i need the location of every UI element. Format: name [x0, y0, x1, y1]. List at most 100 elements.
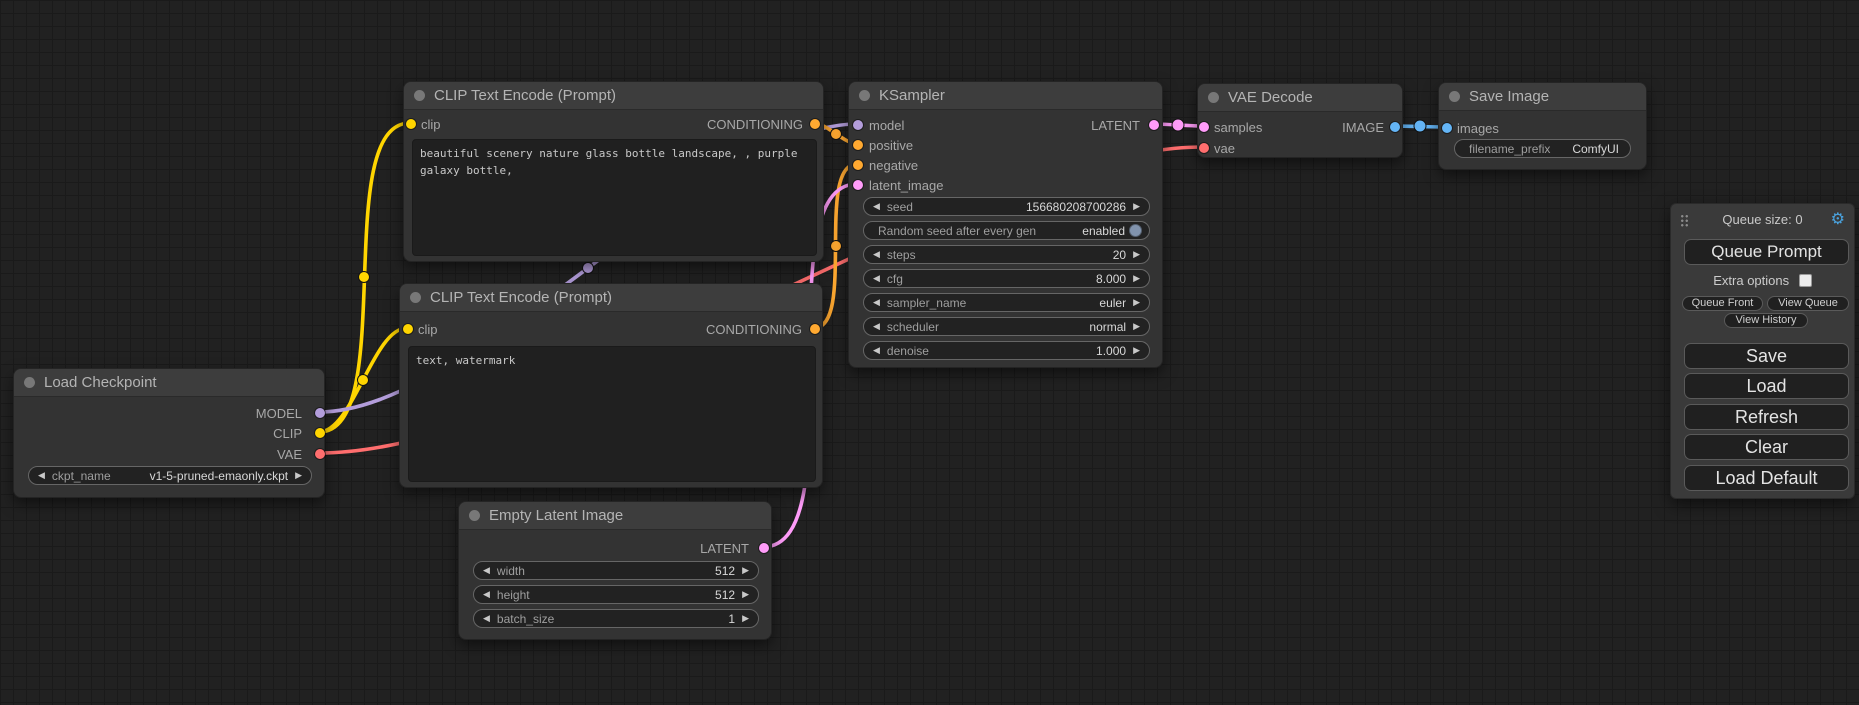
- port-vae-input[interactable]: [1199, 143, 1209, 153]
- link-dot-conditioning-negative: [831, 241, 842, 252]
- seed-widget[interactable]: ◀ seed 156680208700286 ▶: [863, 197, 1150, 216]
- increment-arrow-icon[interactable]: ▶: [742, 614, 749, 623]
- decrement-arrow-icon[interactable]: ◀: [483, 614, 490, 623]
- link-dot-clip-positive: [359, 272, 370, 283]
- widget-value: 512: [715, 588, 735, 602]
- increment-arrow-icon[interactable]: ▶: [1133, 274, 1140, 283]
- clear-button[interactable]: Clear: [1684, 434, 1849, 460]
- node-title-bar[interactable]: Save Image: [1439, 83, 1646, 111]
- increment-arrow-icon[interactable]: ▶: [742, 566, 749, 575]
- node-save-image[interactable]: Save Image images filename_prefix ComfyU…: [1438, 82, 1647, 170]
- view-queue-button[interactable]: View Queue: [1767, 296, 1849, 311]
- node-collapse-dot-icon[interactable]: [414, 90, 425, 101]
- node-title-bar[interactable]: KSampler: [849, 82, 1162, 110]
- node-vae-decode[interactable]: VAE Decode samples vae IMAGE: [1197, 83, 1403, 158]
- decrement-arrow-icon[interactable]: ◀: [873, 298, 880, 307]
- link-dot-model: [583, 263, 594, 274]
- prompt-textarea[interactable]: beautiful scenery nature glass bottle la…: [412, 139, 817, 256]
- widget-value: euler: [1099, 296, 1126, 310]
- increment-arrow-icon[interactable]: ▶: [1133, 322, 1140, 331]
- widget-name: cfg: [887, 272, 903, 286]
- widget-value: 156680208700286: [1026, 200, 1126, 214]
- port-conditioning-output[interactable]: [810, 324, 820, 334]
- graph-canvas[interactable]: Load Checkpoint MODEL CLIP VAE ◀ ckpt_na…: [0, 0, 1859, 705]
- increment-arrow-icon[interactable]: ▶: [1133, 202, 1140, 211]
- denoise-widget[interactable]: ◀ denoise 1.000 ▶: [863, 341, 1150, 360]
- port-latent-output[interactable]: [759, 543, 769, 553]
- port-image-output[interactable]: [1390, 122, 1400, 132]
- node-collapse-dot-icon[interactable]: [1449, 91, 1460, 102]
- cfg-widget[interactable]: ◀ cfg 8.000 ▶: [863, 269, 1150, 288]
- node-ksampler[interactable]: KSampler model positive negative latent_…: [848, 81, 1163, 368]
- port-latent-output[interactable]: [1149, 120, 1159, 130]
- port-clip-output[interactable]: [315, 428, 325, 438]
- node-empty-latent-image[interactable]: Empty Latent Image LATENT ◀ width 512 ▶ …: [458, 501, 772, 640]
- decrement-arrow-icon[interactable]: ◀: [483, 590, 490, 599]
- decrement-arrow-icon[interactable]: ◀: [873, 322, 880, 331]
- view-history-button[interactable]: View History: [1724, 313, 1808, 328]
- port-model-output[interactable]: [315, 408, 325, 418]
- queue-prompt-button[interactable]: Queue Prompt: [1684, 239, 1849, 265]
- increment-arrow-icon[interactable]: ▶: [1133, 346, 1140, 355]
- node-title-bar[interactable]: Empty Latent Image: [459, 502, 771, 530]
- port-model-input[interactable]: [853, 120, 863, 130]
- gear-icon[interactable]: ⚙: [1831, 212, 1845, 228]
- width-widget[interactable]: ◀ width 512 ▶: [473, 561, 759, 580]
- decrement-arrow-icon[interactable]: ◀: [873, 346, 880, 355]
- scheduler-widget[interactable]: ◀ scheduler normal ▶: [863, 317, 1150, 336]
- link-dot-image: [1414, 120, 1426, 132]
- queue-front-button[interactable]: Queue Front: [1682, 296, 1763, 311]
- port-samples-input[interactable]: [1199, 122, 1209, 132]
- save-button[interactable]: Save: [1684, 343, 1849, 369]
- ckpt-name-widget[interactable]: ◀ ckpt_name v1-5-pruned-emaonly.ckpt ▶: [28, 466, 312, 485]
- random-seed-toggle-widget[interactable]: Random seed after every gen enabled: [863, 221, 1150, 240]
- prompt-textarea[interactable]: text, watermark: [408, 346, 816, 482]
- decrement-arrow-icon[interactable]: ◀: [873, 250, 880, 259]
- decrement-arrow-icon[interactable]: ◀: [873, 274, 880, 283]
- port-clip-input[interactable]: [403, 324, 413, 334]
- node-title-bar[interactable]: CLIP Text Encode (Prompt): [404, 82, 823, 110]
- port-latent-image-input[interactable]: [853, 180, 863, 190]
- batch-size-widget[interactable]: ◀ batch_size 1 ▶: [473, 609, 759, 628]
- port-positive-input[interactable]: [853, 140, 863, 150]
- input-label-images: images: [1457, 121, 1499, 136]
- extra-options-row: Extra options: [1671, 273, 1854, 288]
- node-load-checkpoint[interactable]: Load Checkpoint MODEL CLIP VAE ◀ ckpt_na…: [13, 368, 325, 498]
- port-images-input[interactable]: [1442, 123, 1452, 133]
- node-collapse-dot-icon[interactable]: [1208, 92, 1219, 103]
- height-widget[interactable]: ◀ height 512 ▶: [473, 585, 759, 604]
- port-conditioning-output[interactable]: [810, 119, 820, 129]
- link-clip-to-positive: [319, 123, 410, 432]
- decrement-arrow-icon[interactable]: ◀: [873, 202, 880, 211]
- increment-arrow-icon[interactable]: ▶: [1133, 250, 1140, 259]
- node-title-bar[interactable]: CLIP Text Encode (Prompt): [400, 284, 822, 312]
- queue-panel[interactable]: Queue size: 0 ⚙ Queue Prompt Extra optio…: [1670, 203, 1855, 499]
- increment-arrow-icon[interactable]: ▶: [742, 590, 749, 599]
- load-default-button[interactable]: Load Default: [1684, 465, 1849, 491]
- steps-widget[interactable]: ◀ steps 20 ▶: [863, 245, 1150, 264]
- load-button[interactable]: Load: [1684, 373, 1849, 399]
- port-negative-input[interactable]: [853, 160, 863, 170]
- output-label-vae: VAE: [277, 447, 302, 462]
- link-dot-conditioning-positive: [831, 129, 842, 140]
- node-collapse-dot-icon[interactable]: [24, 377, 35, 388]
- node-clip-text-encode-positive[interactable]: CLIP Text Encode (Prompt) clip CONDITION…: [403, 81, 824, 262]
- node-collapse-dot-icon[interactable]: [859, 90, 870, 101]
- node-title-bar[interactable]: Load Checkpoint: [14, 369, 324, 397]
- toggle-knob-icon[interactable]: [1129, 224, 1142, 237]
- decrement-arrow-icon[interactable]: ◀: [483, 566, 490, 575]
- increment-arrow-icon[interactable]: ▶: [295, 471, 302, 480]
- refresh-button[interactable]: Refresh: [1684, 404, 1849, 430]
- sampler-name-widget[interactable]: ◀ sampler_name euler ▶: [863, 293, 1150, 312]
- node-title-bar[interactable]: VAE Decode: [1198, 84, 1402, 112]
- port-clip-input[interactable]: [406, 119, 416, 129]
- decrement-arrow-icon[interactable]: ◀: [38, 471, 45, 480]
- node-collapse-dot-icon[interactable]: [410, 292, 421, 303]
- extra-options-checkbox[interactable]: [1799, 274, 1812, 287]
- extra-options-label: Extra options: [1713, 273, 1789, 288]
- node-collapse-dot-icon[interactable]: [469, 510, 480, 521]
- port-vae-output[interactable]: [315, 449, 325, 459]
- filename-prefix-widget[interactable]: filename_prefix ComfyUI: [1454, 139, 1631, 158]
- node-clip-text-encode-negative[interactable]: CLIP Text Encode (Prompt) clip CONDITION…: [399, 283, 823, 488]
- increment-arrow-icon[interactable]: ▶: [1133, 298, 1140, 307]
